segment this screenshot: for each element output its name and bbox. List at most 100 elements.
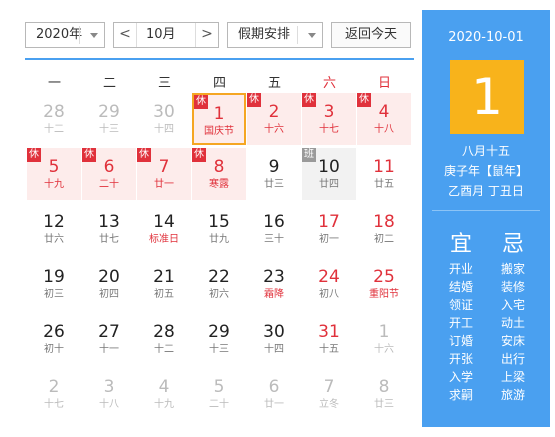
holiday-badge: 休 (357, 93, 371, 107)
day-cell[interactable]: 休 1 国庆节 (192, 93, 246, 145)
ji-item: 搬家 (500, 262, 525, 276)
day-number: 26 (43, 322, 65, 342)
header-divider (25, 58, 414, 60)
day-cell[interactable]: 休 8 寒露 (192, 148, 246, 200)
day-cell[interactable]: 8 廿三 (357, 368, 411, 420)
day-number: 9 (268, 157, 280, 177)
day-cell[interactable]: 4 十九 (137, 368, 191, 420)
day-number: 1 (378, 322, 390, 342)
next-month-button[interactable]: > (195, 23, 218, 47)
day-cell[interactable]: 23 霜降 (247, 258, 301, 310)
holiday-badge: 休 (27, 148, 41, 162)
day-cell[interactable]: 2 十七 (27, 368, 81, 420)
day-cell[interactable]: 28 十二 (137, 313, 191, 365)
yi-heading: 宜 (449, 232, 472, 257)
day-number: 25 (373, 267, 395, 287)
yi-item: 订婚 (448, 334, 473, 348)
day-cell[interactable]: 休 4 十八 (357, 93, 411, 145)
day-cell[interactable]: 24 初八 (302, 258, 356, 310)
ji-item: 旅游 (500, 388, 525, 402)
day-cell[interactable]: 15 廿九 (192, 203, 246, 255)
day-cell[interactable]: 21 初五 (137, 258, 191, 310)
yi-item: 开业 (448, 262, 473, 276)
day-cell[interactable]: 休 2 十六 (247, 93, 301, 145)
day-number: 19 (43, 267, 65, 287)
day-cell[interactable]: 5 二十 (192, 368, 246, 420)
back-to-today-button[interactable]: 返回今天 (331, 22, 411, 48)
year-select-value: 2020年 (36, 27, 83, 42)
day-cell[interactable]: 休 7 廿一 (137, 148, 191, 200)
lunar-label: 十八 (374, 124, 394, 135)
day-cell[interactable]: 29 十三 (192, 313, 246, 365)
day-cell[interactable]: 18 初二 (357, 203, 411, 255)
day-number: 28 (153, 322, 175, 342)
detail-divider (432, 210, 540, 211)
yi-list: 开业 结婚 领证 开工 订婚 开张 入学 求嗣 (436, 260, 486, 404)
holiday-select[interactable]: 假期安排 (227, 22, 323, 48)
day-number: 30 (263, 322, 285, 342)
day-cell[interactable]: 11 廿五 (357, 148, 411, 200)
yi-item: 求嗣 (448, 388, 473, 402)
day-cell[interactable]: 休 5 十九 (27, 148, 81, 200)
day-cell[interactable]: 休 6 二十 (82, 148, 136, 200)
day-cell[interactable]: 29 十三 (82, 93, 136, 145)
prev-month-button[interactable]: < (114, 23, 137, 47)
ji-heading: 忌 (501, 232, 524, 257)
day-number: 29 (208, 322, 230, 342)
day-cell[interactable]: 26 初十 (27, 313, 81, 365)
yi-item: 领证 (448, 298, 473, 312)
day-cell[interactable]: 25 重阳节 (357, 258, 411, 310)
month-picker: < 10月 > (113, 22, 219, 48)
lunar-label: 廿一 (154, 179, 174, 190)
day-cell[interactable]: 19 初三 (27, 258, 81, 310)
day-number: 21 (153, 267, 175, 287)
day-cell[interactable]: 16 三十 (247, 203, 301, 255)
day-cell[interactable]: 3 十八 (82, 368, 136, 420)
month-value[interactable]: 10月 (146, 23, 176, 47)
weekday-label: 日 (377, 76, 391, 91)
day-number: 13 (98, 212, 120, 232)
day-number: 18 (373, 212, 395, 232)
day-cell[interactable]: 31 十五 (302, 313, 356, 365)
day-cell[interactable]: 30 十四 (137, 93, 191, 145)
lunar-label: 十二 (44, 124, 64, 135)
day-cell[interactable]: 27 十一 (82, 313, 136, 365)
day-cell[interactable]: 7 立冬 (302, 368, 356, 420)
lunar-date: 八月十五 (461, 144, 510, 158)
day-cell[interactable]: 14 标准日 (137, 203, 191, 255)
calendar-panel: 2020年 < 10月 > 假期安排 返回今天 一二三四五六日 28 十二 29 十三… (17, 10, 422, 427)
lunar-label: 十七 (44, 399, 64, 410)
weekday-label: 六 (322, 76, 336, 91)
lunar-label: 三十 (264, 234, 284, 245)
day-number: 15 (208, 212, 230, 232)
day-cell[interactable]: 12 廿六 (27, 203, 81, 255)
lunar-label: 十四 (264, 344, 284, 355)
lunar-label: 十四 (154, 124, 174, 135)
ji-item: 安床 (500, 334, 525, 348)
day-cell[interactable]: 9 廿三 (247, 148, 301, 200)
day-cell[interactable]: 1 十六 (357, 313, 411, 365)
holiday-badge: 休 (302, 93, 316, 107)
day-cell[interactable]: 13 廿七 (82, 203, 136, 255)
year-select-divider (79, 26, 80, 44)
weekday-label: 五 (267, 76, 281, 91)
selected-day-number: 1 (450, 60, 524, 134)
day-cell[interactable]: 17 初一 (302, 203, 356, 255)
day-number: 11 (373, 157, 395, 177)
day-cell[interactable]: 28 十二 (27, 93, 81, 145)
day-cell[interactable]: 20 初四 (82, 258, 136, 310)
day-cell[interactable]: 休 3 十七 (302, 93, 356, 145)
day-cell[interactable]: 6 廿一 (247, 368, 301, 420)
holiday-badge: 休 (194, 95, 208, 109)
lunar-label: 初五 (154, 289, 174, 300)
day-cell[interactable]: 22 初六 (192, 258, 246, 310)
day-number: 27 (98, 322, 120, 342)
holiday-badge: 休 (247, 93, 261, 107)
lunar-label: 十六 (264, 124, 284, 135)
year-select[interactable]: 2020年 (25, 22, 105, 48)
lunar-label: 初三 (44, 289, 64, 300)
lunar-label: 二十 (209, 399, 229, 410)
day-cell[interactable]: 30 十四 (247, 313, 301, 365)
day-cell[interactable]: 班 10 廿四 (302, 148, 356, 200)
day-number: 6 (268, 377, 280, 397)
